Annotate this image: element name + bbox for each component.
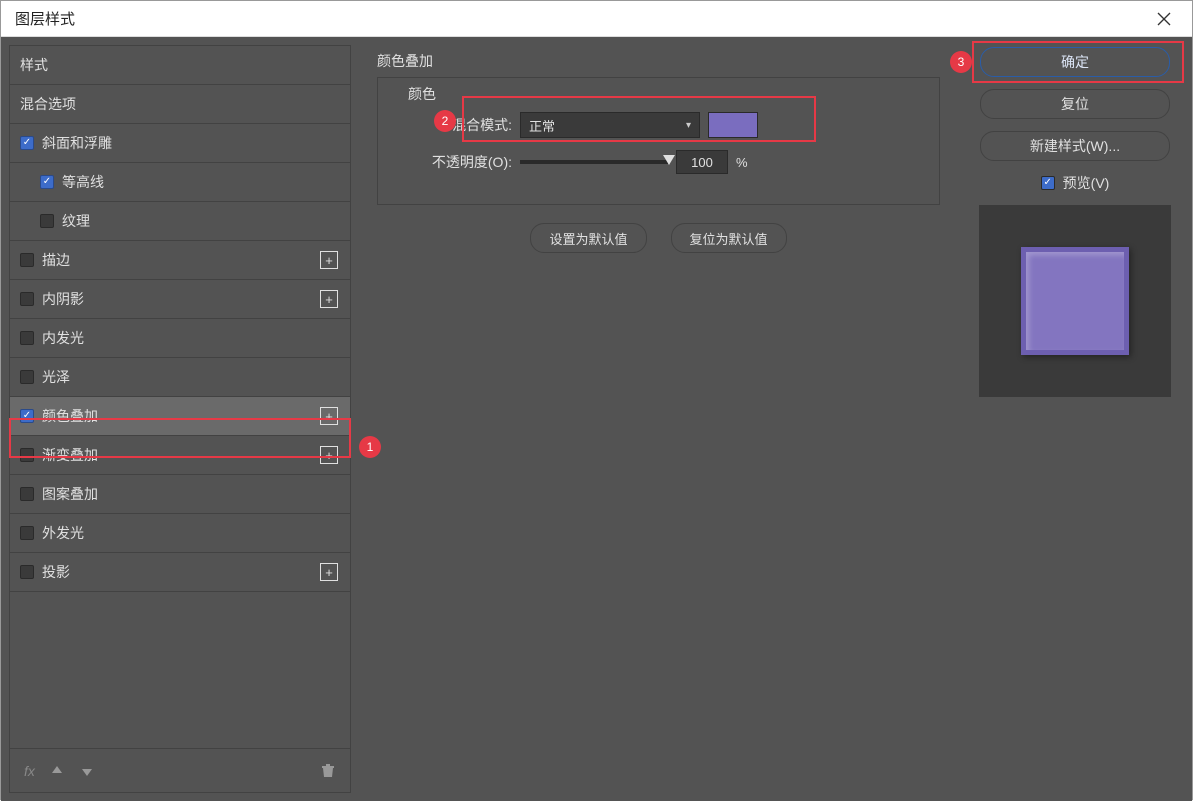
close-icon xyxy=(1157,12,1171,26)
preview-box xyxy=(979,205,1171,397)
sidebar-item-label: 外发光 xyxy=(42,523,84,543)
opacity-suffix: % xyxy=(736,155,748,170)
blend-mode-select[interactable]: 正常 ▾ xyxy=(520,112,700,138)
preview-toggle-row: 预览(V) xyxy=(1041,173,1110,193)
sidebar-item-label: 等高线 xyxy=(62,172,104,192)
sidebar-item-label: 光泽 xyxy=(42,367,70,387)
opacity-label: 不透明度(O): xyxy=(424,152,512,172)
add-icon[interactable]: + xyxy=(320,290,338,308)
preview-label: 预览(V) xyxy=(1063,173,1110,193)
sidebar-item-label: 内阴影 xyxy=(42,289,84,309)
sidebar-item-pattern-overlay[interactable]: 图案叠加 xyxy=(10,475,350,514)
sidebar-item-label: 投影 xyxy=(42,562,70,582)
center-panel: 颜色叠加 颜色 混合模式: 正常 ▾ 2 不透明度(O): xyxy=(359,45,958,793)
blend-mode-value: 正常 xyxy=(529,116,555,135)
sidebar-item-label: 渐变叠加 xyxy=(42,445,98,465)
sidebar-item-bevel[interactable]: 斜面和浮雕 xyxy=(10,124,350,163)
right-panel: 确定 3 复位 新建样式(W)... 预览(V) xyxy=(966,45,1184,793)
sidebar-item-inner-shadow[interactable]: 内阴影 + xyxy=(10,280,350,319)
preview-checkbox[interactable] xyxy=(1041,176,1055,190)
blend-options-header[interactable]: 混合选项 xyxy=(10,85,350,124)
section-title: 颜色叠加 xyxy=(377,51,940,71)
sidebar-item-outer-glow[interactable]: 外发光 xyxy=(10,514,350,553)
layer-style-dialog: 图层样式 样式 混合选项 斜面和浮雕 等高线 xyxy=(0,0,1193,800)
cancel-button[interactable]: 复位 xyxy=(980,89,1170,119)
titlebar: 图层样式 xyxy=(1,1,1192,37)
add-icon[interactable]: + xyxy=(320,446,338,464)
opacity-slider[interactable] xyxy=(520,160,668,164)
chevron-down-icon: ▾ xyxy=(686,120,691,131)
slider-thumb-icon[interactable] xyxy=(663,155,675,165)
close-button[interactable] xyxy=(1144,1,1184,37)
checkbox-color-overlay[interactable] xyxy=(20,409,34,423)
color-fieldset: 颜色 混合模式: 正常 ▾ 2 不透明度(O): xyxy=(377,77,940,205)
checkbox-outer-glow[interactable] xyxy=(20,526,34,540)
styles-header[interactable]: 样式 xyxy=(10,46,350,85)
add-icon[interactable]: + xyxy=(320,407,338,425)
move-down-icon[interactable] xyxy=(79,763,95,779)
checkbox-pattern-overlay[interactable] xyxy=(20,487,34,501)
move-up-icon[interactable] xyxy=(49,763,65,779)
preview-swatch xyxy=(1021,247,1129,355)
checkbox-inner-glow[interactable] xyxy=(20,331,34,345)
new-style-button[interactable]: 新建样式(W)... xyxy=(980,131,1170,161)
make-default-button[interactable]: 设置为默认值 xyxy=(530,223,646,253)
sidebar-item-color-overlay[interactable]: 颜色叠加 + xyxy=(10,397,350,436)
sidebar-footer: fx xyxy=(9,749,351,793)
annotation-marker-1: 1 xyxy=(359,436,381,458)
fx-menu-button[interactable]: fx xyxy=(24,763,35,779)
fieldset-label: 颜色 xyxy=(404,84,440,104)
blend-mode-row: 混合模式: 正常 ▾ 2 xyxy=(424,112,919,138)
dialog-body: 样式 混合选项 斜面和浮雕 等高线 纹理 xyxy=(1,37,1192,801)
checkbox-bevel[interactable] xyxy=(20,136,34,150)
ok-button[interactable]: 确定 xyxy=(980,47,1170,77)
checkbox-contour[interactable] xyxy=(40,175,54,189)
default-buttons-row: 设置为默认值 复位为默认值 xyxy=(377,223,940,253)
add-icon[interactable]: + xyxy=(320,563,338,581)
sidebar-item-label: 图案叠加 xyxy=(42,484,98,504)
sidebar-item-label: 描边 xyxy=(42,250,70,270)
checkbox-inner-shadow[interactable] xyxy=(20,292,34,306)
sidebar-item-label: 纹理 xyxy=(62,211,90,231)
reset-default-button[interactable]: 复位为默认值 xyxy=(671,223,787,253)
sidebar-item-contour[interactable]: 等高线 xyxy=(10,163,350,202)
trash-icon[interactable] xyxy=(320,763,336,779)
styles-header-label: 样式 xyxy=(20,55,48,75)
checkbox-satin[interactable] xyxy=(20,370,34,384)
overlay-color-swatch[interactable] xyxy=(708,112,758,138)
annotation-marker-2: 2 xyxy=(434,110,456,132)
opacity-input[interactable] xyxy=(676,150,728,174)
annotation-marker-3: 3 xyxy=(950,51,972,73)
blend-options-label: 混合选项 xyxy=(20,94,76,114)
window-title: 图层样式 xyxy=(15,8,75,29)
sidebar-item-label: 内发光 xyxy=(42,328,84,348)
checkbox-gradient-overlay[interactable] xyxy=(20,448,34,462)
sidebar-item-drop-shadow[interactable]: 投影 + xyxy=(10,553,350,592)
sidebar-item-texture[interactable]: 纹理 xyxy=(10,202,350,241)
checkbox-texture[interactable] xyxy=(40,214,54,228)
checkbox-stroke[interactable] xyxy=(20,253,34,267)
checkbox-drop-shadow[interactable] xyxy=(20,565,34,579)
sidebar-item-stroke[interactable]: 描边 + xyxy=(10,241,350,280)
style-sidebar: 样式 混合选项 斜面和浮雕 等高线 纹理 xyxy=(9,45,351,793)
opacity-row: 不透明度(O): % xyxy=(424,150,919,174)
add-icon[interactable]: + xyxy=(320,251,338,269)
sidebar-item-label: 颜色叠加 xyxy=(42,406,98,426)
sidebar-item-label: 斜面和浮雕 xyxy=(42,133,112,153)
sidebar-item-gradient-overlay[interactable]: 渐变叠加 + xyxy=(10,436,350,475)
sidebar-item-satin[interactable]: 光泽 xyxy=(10,358,350,397)
sidebar-item-inner-glow[interactable]: 内发光 xyxy=(10,319,350,358)
style-list: 样式 混合选项 斜面和浮雕 等高线 纹理 xyxy=(9,45,351,749)
